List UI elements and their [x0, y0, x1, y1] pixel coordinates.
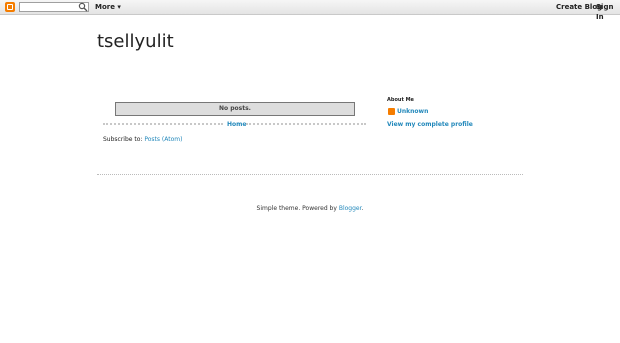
profile-name-link[interactable]: Unknown [397, 108, 428, 116]
posts-atom-link[interactable]: Posts (Atom) [144, 136, 182, 143]
search-icon[interactable] [78, 2, 90, 12]
chevron-down-icon: ▾ [117, 3, 121, 11]
pager-divider-right [246, 123, 366, 131]
complete-profile-link[interactable]: View my complete profile [387, 121, 473, 129]
status-message: No posts. [115, 102, 355, 116]
content-divider [97, 174, 523, 175]
blogger-logo-icon[interactable] [5, 2, 15, 12]
sign-in-link[interactable]: Sign In [596, 2, 620, 22]
subscribe-label: Subscribe to: [103, 136, 145, 143]
blogger-link[interactable]: Blogger [339, 205, 362, 212]
more-label: More [95, 3, 115, 11]
subscribe-line: Subscribe to: Posts (Atom) [103, 136, 182, 144]
more-menu-button[interactable]: More ▾ [95, 2, 121, 12]
pager-divider-left [103, 123, 223, 131]
blogger-navbar: More ▾ Create Blog Sign In [0, 0, 620, 21]
footer-period: . [361, 205, 364, 212]
about-me-heading: About Me [387, 97, 414, 103]
blogger-profile-icon [388, 108, 395, 115]
blog-title[interactable]: tsellyulit [97, 30, 174, 54]
home-link[interactable]: Home [226, 121, 248, 129]
footer: Simple theme. Powered by Blogger. [0, 205, 620, 213]
footer-text: Simple theme. Powered by [256, 205, 339, 212]
